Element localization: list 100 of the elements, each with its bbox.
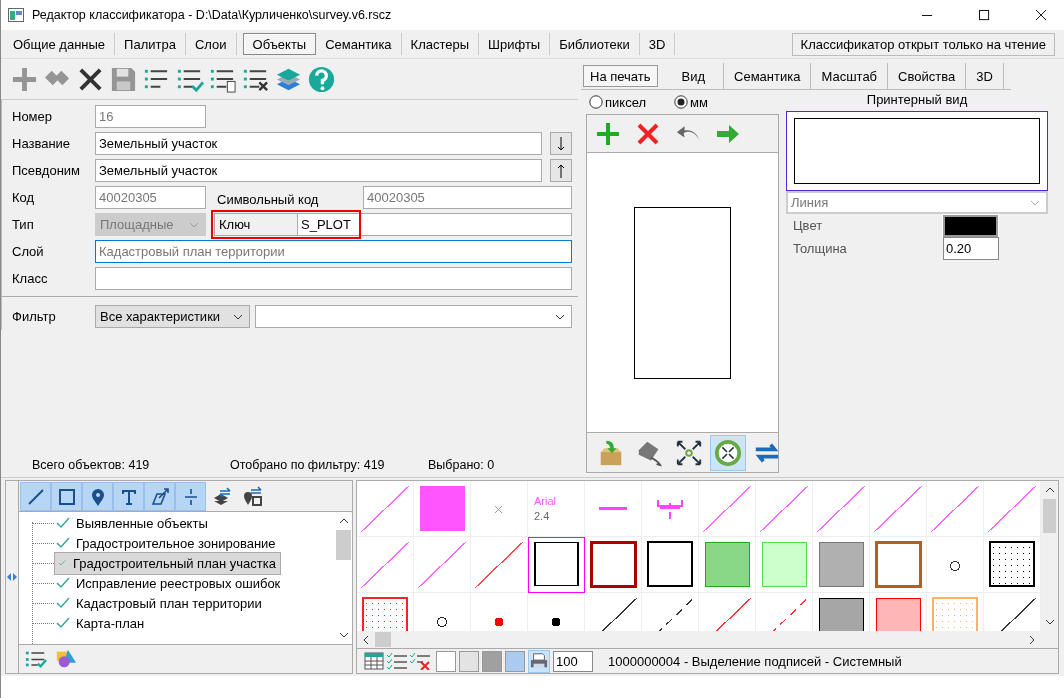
pin-tool-icon[interactable] <box>82 481 113 511</box>
field-label: Номер <box>12 109 53 124</box>
tree-item[interactable]: Кадастровый план территории <box>54 593 266 613</box>
check-icon <box>56 577 70 589</box>
preview-title: Принтерный вид <box>865 92 969 107</box>
field-label: Псевдоним <box>12 163 82 178</box>
tab[interactable]: Масштаб <box>811 63 889 89</box>
tab[interactable]: Семантика <box>316 33 402 55</box>
tree-item[interactable]: Исправление реестровых ошибок <box>54 573 285 593</box>
filter-dropdown[interactable]: Все характеристики <box>95 305 250 328</box>
caret-icon <box>555 313 565 320</box>
background-swatch[interactable] <box>459 650 479 672</box>
help-icon[interactable] <box>307 64 336 94</box>
checklist-clear-icon[interactable] <box>409 652 431 670</box>
radio-label[interactable]: мм <box>690 94 708 110</box>
radio-label[interactable]: пиксел <box>605 94 647 110</box>
check-icon <box>56 517 70 529</box>
name-field[interactable]: Земельный участок <box>95 132 542 155</box>
tab[interactable]: Свойства <box>888 63 967 89</box>
alias-field[interactable]: Земельный участок <box>95 159 542 182</box>
total-count: Всего объектов: 419 <box>32 458 151 472</box>
background-swatch[interactable] <box>505 650 525 672</box>
field-label: Символьный код <box>217 191 320 207</box>
app-icon <box>8 8 24 22</box>
tab[interactable]: 3D <box>639 33 676 55</box>
readonly-notice: Классификатор открыт только на чтение <box>791 32 1055 56</box>
arrow-down-icon <box>556 136 566 152</box>
move-down-button[interactable] <box>550 132 572 155</box>
layer-field[interactable]: Кадастровый план территории <box>95 240 572 263</box>
background-swatch[interactable] <box>436 650 456 672</box>
field-label: Ключ <box>218 217 252 232</box>
symbol-status: 1000000004 - Выделение подписей - Системный <box>608 653 902 669</box>
vertical-scrollbar[interactable] <box>1041 481 1058 631</box>
check-icon <box>56 617 70 629</box>
scroll-right-icon[interactable] <box>1029 634 1035 645</box>
field-label: Тип <box>12 217 35 232</box>
tab[interactable]: Палитра <box>115 33 186 55</box>
filtered-count: Отобрано по фильтру: 419 <box>230 458 386 472</box>
close-icon[interactable] <box>1036 9 1047 21</box>
tab[interactable]: Объекты <box>242 33 317 55</box>
key-field[interactable]: S_PLOT <box>297 214 572 235</box>
zoom-shrink-icon[interactable] <box>710 434 746 471</box>
field-label: Код <box>12 190 36 205</box>
text-tool-icon[interactable] <box>113 481 144 511</box>
scroll-up-icon[interactable] <box>338 518 349 524</box>
scroll-thumb[interactable] <box>336 530 351 560</box>
check-icon <box>56 597 70 609</box>
symbol-cell[interactable] <box>528 537 585 593</box>
scroll-left-icon[interactable] <box>363 634 369 645</box>
scroll-up-icon[interactable] <box>1044 487 1055 493</box>
line-tool-icon[interactable] <box>20 481 51 511</box>
maximize-icon[interactable] <box>979 9 990 21</box>
shapes-icon[interactable] <box>55 648 77 670</box>
tree-item[interactable]: Градостроительный план участка <box>54 551 281 575</box>
class-field[interactable] <box>95 267 572 290</box>
printer-icon[interactable] <box>528 649 550 673</box>
symbol-cell[interactable]: Arial 2.4 <box>528 481 585 537</box>
tab[interactable]: На печать <box>583 65 658 87</box>
background-swatch[interactable] <box>482 650 502 672</box>
tab[interactable]: Семантика <box>724 63 812 89</box>
tab[interactable]: Шрифты <box>479 33 551 55</box>
caret-icon <box>1030 199 1040 206</box>
scroll-down-icon[interactable] <box>1044 619 1055 625</box>
tab[interactable]: Библиотеки <box>550 33 640 55</box>
radio-button[interactable] <box>674 95 689 109</box>
check-icon <box>57 560 67 566</box>
vector-tool-icon[interactable] <box>144 481 175 511</box>
tree-item[interactable]: Градостроительное зонирование <box>54 533 280 553</box>
property-label: Толщина <box>793 241 848 256</box>
tab[interactable]: Слои <box>185 33 237 55</box>
field-label: Класс <box>12 271 49 286</box>
selected-count: Выбрано: 0 <box>428 458 495 472</box>
arrow-up-icon <box>556 163 566 179</box>
tab[interactable]: Вид <box>663 63 725 89</box>
caret-icon <box>233 313 243 320</box>
scroll-thumb[interactable] <box>1043 499 1056 533</box>
splitter-icon[interactable] <box>7 573 17 581</box>
tab[interactable]: Кластеры <box>401 33 480 55</box>
tab[interactable]: Общие данные <box>4 33 116 55</box>
field-label: Название <box>12 136 72 151</box>
horizontal-scrollbar[interactable] <box>357 631 1058 649</box>
zoom-field[interactable]: 100 <box>553 650 593 672</box>
move-up-button[interactable] <box>550 159 572 182</box>
radio-button[interactable] <box>589 95 603 109</box>
field-label: Слой <box>12 244 45 259</box>
table-icon[interactable] <box>363 652 385 670</box>
scroll-thumb[interactable] <box>375 632 391 647</box>
property-label: Цвет <box>793 218 824 233</box>
checklist-icon[interactable] <box>386 652 408 670</box>
tree-item[interactable]: Карта-план <box>54 613 149 633</box>
tree-item[interactable]: Выявленные объекты <box>54 513 212 533</box>
square-tool-icon[interactable] <box>51 481 82 511</box>
color-swatch[interactable] <box>943 214 998 237</box>
thickness-field[interactable]: 0.20 <box>943 237 999 260</box>
scroll-down-icon[interactable] <box>338 632 349 638</box>
plus-icon[interactable] <box>596 121 620 146</box>
caret-icon <box>189 221 199 228</box>
filter-value-dropdown[interactable] <box>255 305 572 328</box>
tab[interactable]: 3D <box>966 63 1004 89</box>
fraction-tool-icon[interactable] <box>175 481 206 511</box>
